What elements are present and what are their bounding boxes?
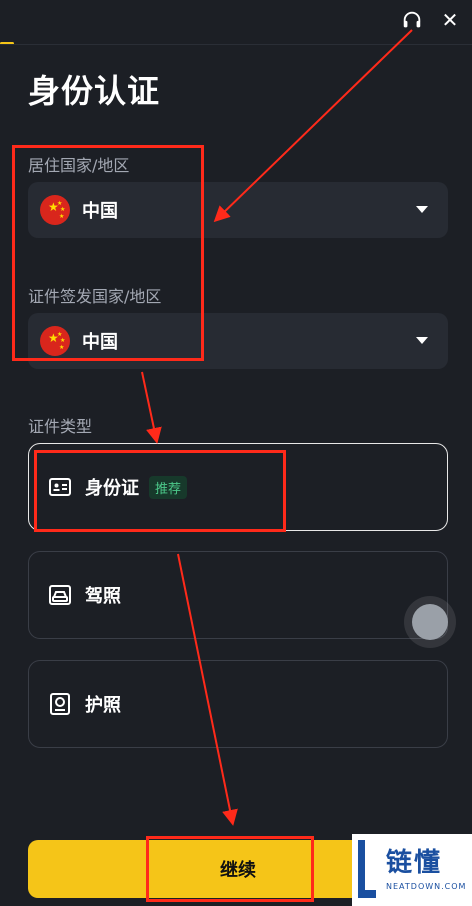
issuing-value: 中国 <box>82 332 118 353</box>
customer-service-button[interactable] <box>398 6 426 34</box>
doc-option-label: 护照 <box>85 695 121 716</box>
floating-ball-icon <box>412 604 448 640</box>
drivers-license-icon <box>49 584 71 606</box>
doc-type-label: 证件类型 <box>28 417 93 436</box>
divider <box>0 44 472 45</box>
residence-label: 居住国家/地区 <box>28 156 130 175</box>
page-title: 身份认证 <box>28 72 161 110</box>
recommended-badge: 推荐 <box>149 475 188 499</box>
doc-option-id-card[interactable]: 身份证 推荐 <box>28 443 448 531</box>
residence-select[interactable]: ★ ★ ★ ★ 中国 <box>28 182 448 238</box>
doc-option-label: 身份证 <box>85 478 139 499</box>
headset-icon <box>403 11 421 28</box>
doc-option-drivers-license[interactable]: 驾照 <box>28 551 448 639</box>
issuing-country-select[interactable]: ★ ★ ★ ★ 中国 <box>28 313 448 369</box>
residence-value: 中国 <box>82 201 118 222</box>
watermark-subtitle: NEATDOWN.COM <box>386 882 467 891</box>
watermark-title: 链懂 <box>386 848 443 878</box>
passport-icon <box>49 693 71 715</box>
floating-assistant-button[interactable] <box>404 596 456 648</box>
top-bar: ✕ <box>0 0 472 44</box>
close-button[interactable]: ✕ <box>436 6 464 34</box>
china-flag-icon: ★ ★ ★ ★ <box>40 326 70 356</box>
doc-option-label: 驾照 <box>85 586 121 607</box>
doc-option-passport[interactable]: 护照 <box>28 660 448 748</box>
chevron-down-icon <box>416 337 428 344</box>
watermark-l-icon <box>358 840 376 898</box>
close-icon: ✕ <box>441 8 459 32</box>
china-flag-icon: ★ ★ ★ ★ <box>40 195 70 225</box>
arrow-to-id-card <box>141 371 162 444</box>
chevron-down-icon <box>416 206 428 213</box>
issuing-label: 证件签发国家/地区 <box>28 287 162 306</box>
id-card-icon <box>49 476 71 498</box>
watermark-logo: 链懂 NEATDOWN.COM <box>352 834 472 906</box>
